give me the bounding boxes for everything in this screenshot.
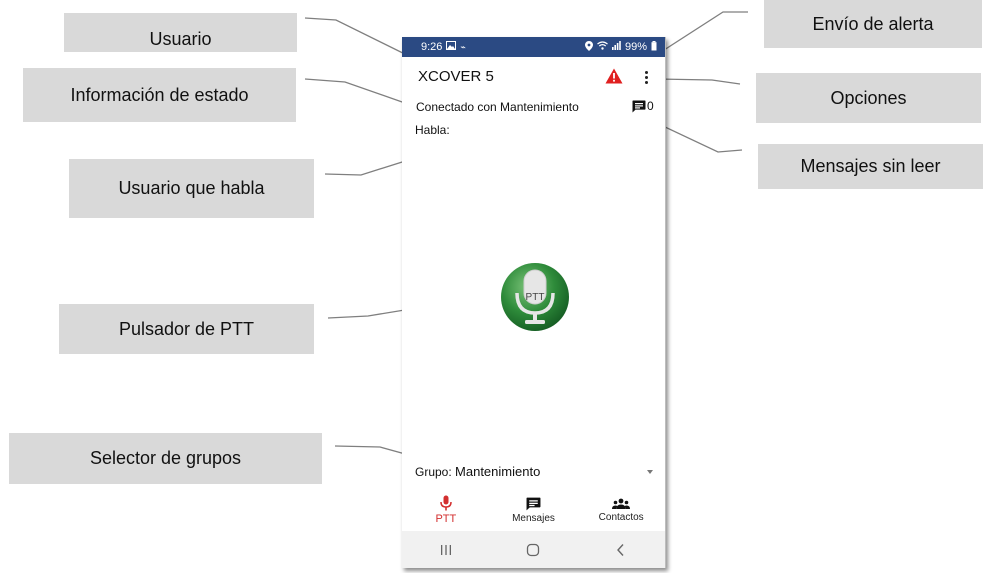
callout-opciones: Opciones <box>756 73 981 123</box>
callout-mensajes-sin-leer: Mensajes sin leer <box>758 144 983 189</box>
battery-level: 99% <box>624 41 647 53</box>
menu-dot <box>644 70 648 74</box>
dropdown-caret-icon <box>647 469 653 474</box>
bottom-tab-bar: PTT Mensajes Contactos <box>402 489 665 531</box>
alert-triangle-icon <box>605 68 623 84</box>
notification-icon: ⌁ <box>460 41 466 52</box>
tab-ptt[interactable]: PTT <box>402 489 490 531</box>
system-nav-bar <box>402 531 665 568</box>
callout-pulsador-ptt: Pulsador de PTT <box>59 304 314 354</box>
battery-icon <box>651 40 657 54</box>
menu-dot <box>644 80 648 84</box>
callout-selector-grupos: Selector de grupos <box>9 433 322 484</box>
tab-contactos[interactable]: Contactos <box>577 489 665 531</box>
connection-status-text: Conectado con Mantenimiento <box>416 100 579 114</box>
menu-dot <box>644 75 648 79</box>
callout-usuario: Usuario <box>64 13 297 52</box>
gallery-icon <box>446 41 457 53</box>
options-menu-button[interactable] <box>641 68 651 86</box>
recents-icon[interactable] <box>426 535 466 565</box>
status-time: 9:26 <box>421 41 443 53</box>
status-bar: 9:26 ⌁ 99% <box>402 37 665 57</box>
group-value: Mantenimiento <box>455 464 541 479</box>
alert-button[interactable] <box>605 68 623 84</box>
wifi-icon <box>597 41 608 53</box>
signal-icon <box>611 41 621 53</box>
tab-ptt-label: PTT <box>435 513 457 525</box>
tab-contactos-label: Contactos <box>598 511 644 523</box>
callout-usuario-habla: Usuario que habla <box>69 159 314 218</box>
home-icon[interactable] <box>513 535 553 565</box>
unread-count: 0 <box>647 99 654 113</box>
group-label: Grupo: <box>415 465 452 479</box>
location-icon <box>584 40 593 54</box>
app-title-username: XCOVER 5 <box>418 68 494 85</box>
speaker-label: Habla: <box>415 123 450 137</box>
tab-mensajes[interactable]: Mensajes <box>490 489 578 531</box>
ptt-label: PTT <box>526 292 545 303</box>
group-selector[interactable]: Grupo: Mantenimiento <box>415 464 655 479</box>
contacts-icon <box>612 498 631 509</box>
message-icon <box>632 100 646 112</box>
callout-envio-alerta: Envío de alerta <box>764 0 982 48</box>
unread-messages-indicator[interactable]: 0 <box>632 99 654 113</box>
ptt-button[interactable]: PTT <box>500 262 570 332</box>
back-icon[interactable] <box>601 535 641 565</box>
phone-screen: 9:26 ⌁ 99% XCOVER 5 Conectado con Manten… <box>402 37 666 568</box>
message-icon <box>526 497 541 510</box>
callout-info-estado: Información de estado <box>23 68 296 122</box>
mic-icon <box>440 495 452 511</box>
tab-mensajes-label: Mensajes <box>512 512 555 524</box>
